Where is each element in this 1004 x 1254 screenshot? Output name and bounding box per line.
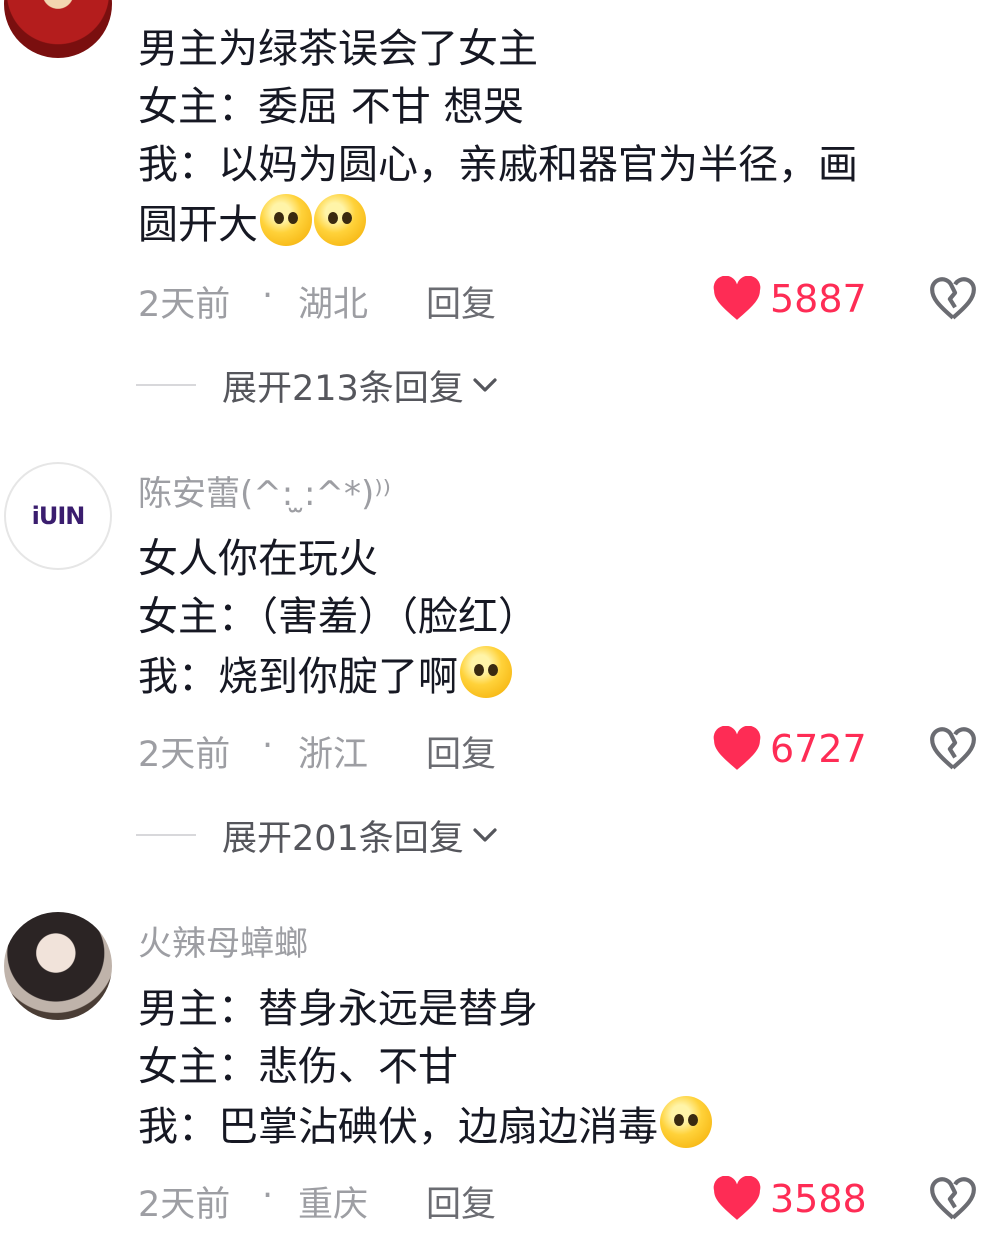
avatar[interactable] bbox=[4, 0, 112, 58]
smirk-emoji-icon bbox=[314, 194, 366, 246]
like-count: 6727 bbox=[770, 727, 867, 771]
username[interactable]: 火辣母蟑螂 bbox=[138, 916, 308, 965]
chevron-down-icon bbox=[473, 828, 497, 842]
avatar-logo-text: iUIN bbox=[31, 502, 86, 530]
expand-replies-button[interactable]: 展开201条回复 bbox=[136, 810, 500, 860]
heart-icon bbox=[713, 1176, 761, 1220]
like-button[interactable]: 6727 bbox=[712, 726, 867, 772]
broken-heart-icon[interactable] bbox=[928, 1174, 978, 1224]
reply-button[interactable]: 回复 bbox=[426, 276, 496, 327]
comment-location: 重庆 bbox=[298, 1185, 369, 1225]
comment-line: 女主：悲伤、不甘 bbox=[138, 1044, 458, 1090]
comment-line: 男主：替身永远是替身 bbox=[138, 986, 538, 1032]
comment-time: 2天前 bbox=[138, 285, 231, 325]
heart-icon bbox=[713, 726, 761, 770]
comment-line: 圆开大 bbox=[138, 202, 258, 248]
meta-separator: · bbox=[262, 1176, 274, 1216]
broken-heart-icon[interactable] bbox=[928, 724, 978, 774]
comment-line: 我：巴掌沾碘伏，边扇边消毒 bbox=[138, 1104, 658, 1150]
like-button[interactable]: 5887 bbox=[712, 276, 867, 322]
comment-line: 女人你在玩火 bbox=[138, 536, 378, 582]
like-button[interactable]: 3588 bbox=[712, 1176, 867, 1222]
comment-time: 2天前 bbox=[138, 735, 231, 775]
comment-line: 男主为绿茶误会了女主 bbox=[138, 26, 538, 72]
divider-line bbox=[136, 384, 196, 386]
reply-button[interactable]: 回复 bbox=[426, 1176, 496, 1227]
like-count: 5887 bbox=[770, 277, 867, 321]
expand-replies-label: 展开201条回复 bbox=[222, 818, 464, 859]
comment-location: 湖北 bbox=[298, 285, 369, 325]
username[interactable]: 陈安蕾(^: ̫:^*)⁾⁾ bbox=[138, 466, 391, 515]
broken-heart-icon[interactable] bbox=[928, 274, 978, 324]
comment-location: 浙江 bbox=[298, 735, 369, 775]
avatar[interactable] bbox=[4, 912, 112, 1020]
meta-separator: · bbox=[262, 726, 274, 766]
worried-emoji-icon bbox=[460, 646, 512, 698]
smile-emoji-icon bbox=[660, 1096, 712, 1148]
comment-line: 我：烧到你腚了啊 bbox=[138, 654, 458, 700]
comment-meta: 2天前 · 湖北 回复 5887 bbox=[138, 276, 978, 326]
smirk-emoji-icon bbox=[260, 194, 312, 246]
divider-line bbox=[136, 834, 196, 836]
comment-line: 女主：（害羞）（脸红） bbox=[138, 594, 538, 640]
comment-text: 男主为绿茶误会了女主 女主：委屈 不甘 想哭 我：以妈为圆心，亲戚和器官为半径，… bbox=[138, 20, 968, 254]
reply-button[interactable]: 回复 bbox=[426, 726, 496, 777]
expand-replies-label: 展开213条回复 bbox=[222, 368, 464, 409]
heart-icon bbox=[713, 276, 761, 320]
expand-replies-button[interactable]: 展开213条回复 bbox=[136, 360, 500, 410]
comment-text: 女人你在玩火 女主：（害羞）（脸红） 我：烧到你腚了啊 bbox=[138, 530, 968, 706]
comment-meta: 2天前 · 重庆 回复 3588 bbox=[138, 1176, 978, 1226]
comment-line: 我：以妈为圆心，亲戚和器官为半径，画 bbox=[138, 142, 858, 188]
comment-meta: 2天前 · 浙江 回复 6727 bbox=[138, 726, 978, 776]
comment-time: 2天前 bbox=[138, 1185, 231, 1225]
like-count: 3588 bbox=[770, 1177, 867, 1221]
chevron-down-icon bbox=[473, 378, 497, 392]
comment-text: 男主：替身永远是替身 女主：悲伤、不甘 我：巴掌沾碘伏，边扇边消毒 bbox=[138, 980, 968, 1156]
comment-line: 女主：委屈 不甘 想哭 bbox=[138, 84, 524, 130]
avatar[interactable]: iUIN bbox=[4, 462, 112, 570]
meta-separator: · bbox=[262, 276, 274, 316]
